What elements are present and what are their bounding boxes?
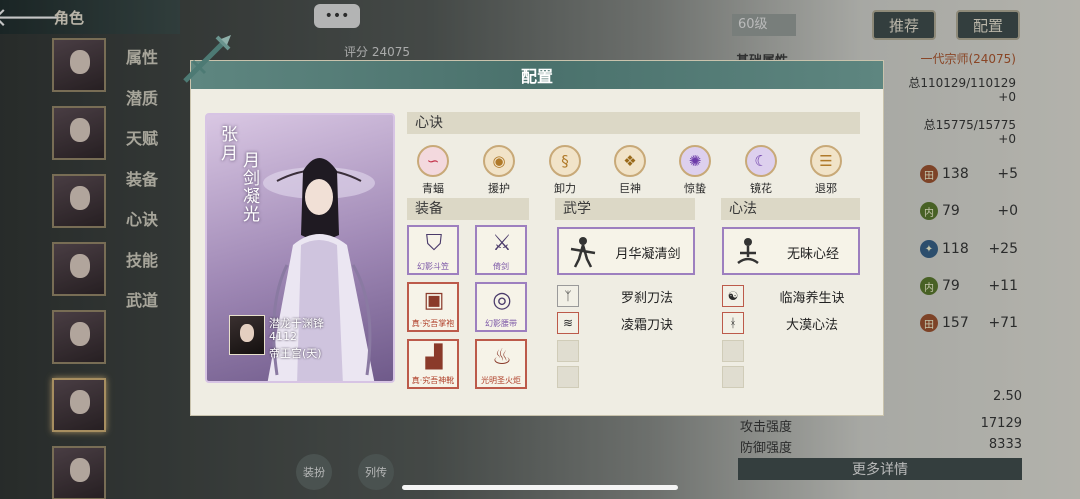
equipment-header: 装备 — [407, 198, 529, 220]
empty-skill-slot[interactable] — [557, 340, 579, 362]
equipment-slot[interactable]: ◎ 幻影腰带 — [475, 282, 527, 332]
belt-icon: ◎ — [492, 288, 512, 313]
xinjue-label: 卸力 — [554, 182, 576, 195]
wuxue-sub-skill[interactable]: ≋ 凌霜刀诀 — [557, 312, 697, 334]
hat-icon: ⛉ — [425, 231, 443, 256]
player-info: 潜龙于渊锋 4112 帝王宫(天) — [229, 315, 349, 361]
talisman-icon: ☰ — [810, 145, 842, 177]
equipment-label: 倚剑 — [493, 262, 509, 271]
equipment-label: 幻影腰带 — [485, 319, 517, 328]
thunder-icon: ✺ — [679, 145, 711, 177]
equipment-label: 幻影斗笠 — [417, 262, 449, 271]
xinjue-label: 援护 — [488, 182, 510, 195]
player-level: 4112 — [269, 330, 297, 343]
xinjue-slot[interactable]: § 卸力 — [541, 145, 589, 196]
sword-decoration-icon — [183, 35, 231, 83]
xinjue-label: 巨神 — [619, 182, 641, 195]
equipment-slot[interactable]: ▟ 真·究吾神靴 — [407, 339, 459, 389]
xinjue-label: 青蝠 — [422, 182, 444, 195]
xinfa-main-skill[interactable]: 无昧心经 — [722, 227, 860, 275]
xinfa-header: 心法 — [721, 198, 860, 220]
sea-meditation-icon: ☯ — [722, 285, 744, 307]
blade-stance-icon: ᛉ — [557, 285, 579, 307]
xinjue-label: 镜花 — [750, 182, 772, 195]
robe-icon: ▣ — [423, 288, 445, 313]
bat-icon: ∽ — [417, 145, 449, 177]
xinjue-label: 惊蛰 — [684, 182, 706, 195]
shield-scroll-icon: ◉ — [483, 145, 515, 177]
empty-skill-slot[interactable] — [557, 366, 579, 388]
player-guild: 帝王宫(天) — [269, 347, 322, 360]
xinjue-slot[interactable]: ✺ 惊蛰 — [671, 145, 719, 196]
equipment-slot[interactable]: ⛉ 幻影斗笠 — [407, 225, 459, 275]
player-name: 潜龙于渊锋 — [269, 317, 324, 330]
modal-header: 配置 — [191, 61, 883, 89]
equipment-label: 真·究吾神靴 — [411, 376, 455, 385]
xinjue-slot[interactable]: ❖ 巨神 — [606, 145, 654, 196]
xinjue-header: 心诀 — [407, 112, 860, 134]
character-card[interactable]: 张月 月剑凝光 潜龙于渊锋 4112 帝王宫(天) — [205, 113, 395, 383]
xinfa-sub-skill[interactable]: ☯ 临海养生诀 — [722, 285, 862, 307]
swirl-icon: § — [549, 145, 581, 177]
wuxue-main-name: 月华凝清剑 — [615, 247, 681, 262]
wuxue-main-skill[interactable]: 月华凝清剑 — [557, 227, 695, 275]
wuxue-sub-skill[interactable]: ᛉ 罗刹刀法 — [557, 285, 697, 307]
xinjue-slot[interactable]: ☾ 镜花 — [737, 145, 785, 196]
home-indicator — [402, 485, 678, 490]
meditation-icon — [737, 238, 759, 265]
equipment-slot[interactable]: ▣ 真·究吾掌袍 — [407, 282, 459, 332]
frost-blade-icon: ≋ — [557, 312, 579, 334]
xinjue-slot[interactable]: ☰ 退邪 — [802, 145, 850, 196]
equipment-label: 光明圣火炬 — [481, 376, 521, 385]
equipment-slot[interactable]: ⚔ 倚剑 — [475, 225, 527, 275]
desert-meditation-icon: ᚼ — [722, 312, 744, 334]
giant-icon: ❖ — [614, 145, 646, 177]
boots-icon: ▟ — [425, 345, 443, 370]
dagger-icon: ⚔ — [492, 231, 512, 256]
torch-icon: ♨ — [492, 345, 512, 370]
mirror-moon-icon: ☾ — [745, 145, 777, 177]
empty-skill-slot[interactable] — [722, 340, 744, 362]
avatar — [229, 315, 265, 355]
xinfa-sub-skill[interactable]: ᚼ 大漠心法 — [722, 312, 862, 334]
empty-skill-slot[interactable] — [722, 366, 744, 388]
xinjue-slot[interactable]: ◉ 援护 — [475, 145, 523, 196]
xinjue-label: 退邪 — [815, 182, 837, 195]
config-modal: 配置 张月 月剑凝光 潜龙于渊锋 4112 帝王宫(天) 心诀 ∽ 青蝠 ◉ 援护 § 卸… — [183, 35, 884, 416]
xinfa-main-name: 无昧心经 — [786, 247, 839, 262]
swordsman-icon — [570, 237, 596, 268]
wuxue-header: 武学 — [555, 198, 695, 220]
modal-title: 配置 — [520, 67, 553, 86]
equipment-slot[interactable]: ♨ 光明圣火炬 — [475, 339, 527, 389]
equipment-label: 真·究吾掌袍 — [411, 319, 455, 328]
xinjue-slot[interactable]: ∽ 青蝠 — [409, 145, 457, 196]
character-skill-title: 月剑凝光 — [239, 151, 259, 223]
